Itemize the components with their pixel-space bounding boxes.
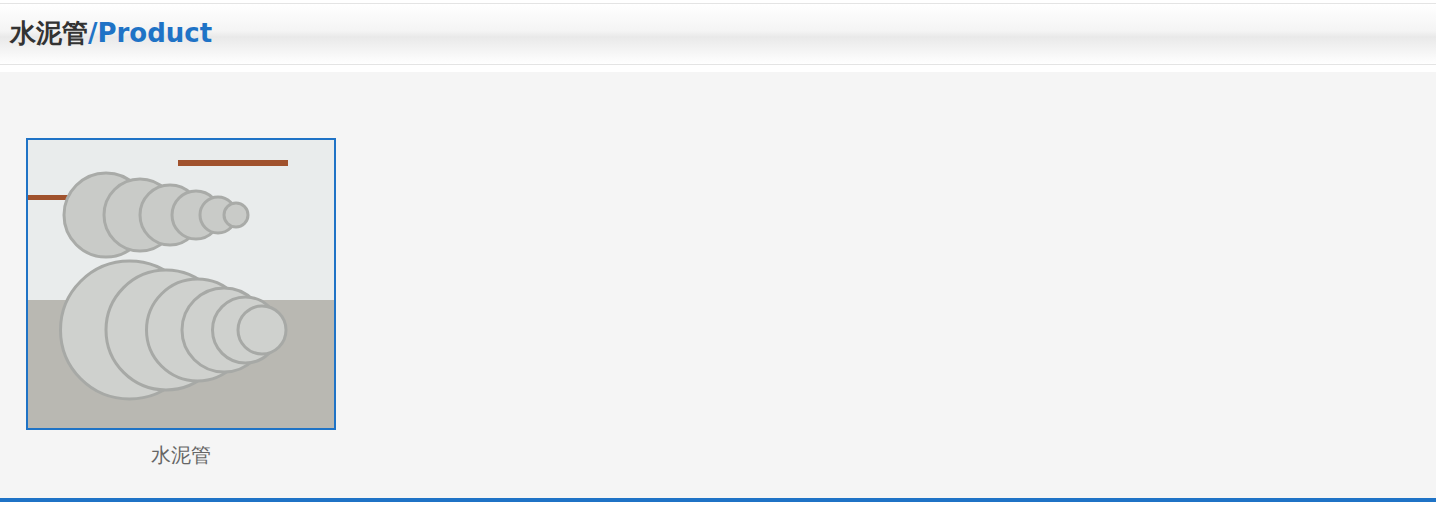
product-page: 水泥管/Product水泥管 <box>0 0 1436 505</box>
product-list: 水泥管 <box>0 72 1436 498</box>
product-name[interactable]: 水泥管 <box>151 442 211 468</box>
product-photo-frame[interactable] <box>26 138 336 430</box>
title-text: 水泥管 <box>10 18 88 48</box>
product-card[interactable]: 水泥管 <box>26 138 336 468</box>
product-photo[interactable] <box>28 140 334 428</box>
section-header: 水泥管/Product <box>0 3 1436 65</box>
bottom-divider <box>0 498 1436 502</box>
section-title: 水泥管/Product <box>10 18 212 49</box>
title-subtitle: /Product <box>88 18 212 48</box>
